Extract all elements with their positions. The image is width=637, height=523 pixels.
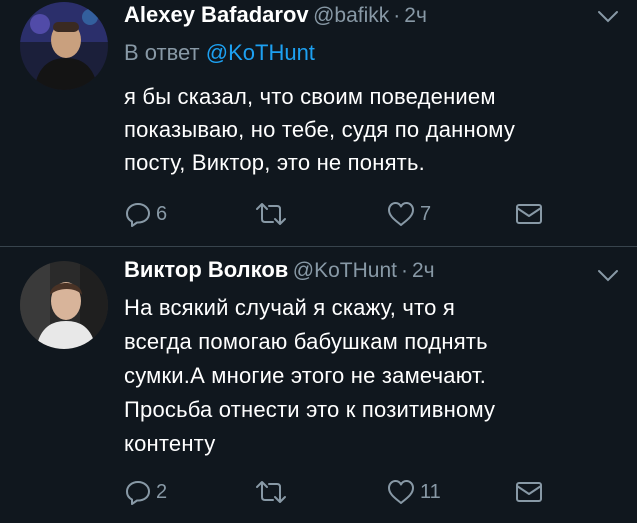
reply-count: 2 bbox=[156, 480, 168, 503]
reply-button[interactable]: 2 bbox=[124, 476, 167, 508]
avatar[interactable] bbox=[20, 2, 108, 90]
reply-count: 6 bbox=[156, 202, 168, 225]
retweet-icon bbox=[256, 481, 286, 503]
like-count: 7 bbox=[420, 202, 432, 225]
tweet-text-line: контенту bbox=[124, 431, 216, 456]
separator-dot: · bbox=[393, 4, 401, 27]
reply-icon bbox=[126, 481, 150, 505]
reply-icon bbox=[126, 203, 150, 227]
tweet-text-line: показываю, но тебе, судя по данному bbox=[124, 117, 516, 142]
tweet-actions: 6 7 bbox=[124, 198, 554, 230]
envelope-icon bbox=[516, 482, 542, 502]
retweet-button[interactable] bbox=[254, 198, 292, 230]
author-name[interactable]: Alexey Bafadarov bbox=[124, 2, 309, 27]
author-name[interactable]: Виктор Волков bbox=[124, 257, 288, 282]
reply-mention-link[interactable]: @KoTHunt bbox=[206, 40, 315, 65]
separator-dot: · bbox=[401, 259, 408, 282]
tweet-text: На всякий случай я скажу, что я всегда п… bbox=[124, 291, 619, 461]
avatar[interactable] bbox=[20, 261, 108, 349]
tweet-text-line: я бы сказал, что своим поведением bbox=[124, 84, 496, 109]
author-handle[interactable]: @KoTHunt bbox=[293, 259, 397, 282]
replying-to: В ответ @KoTHunt bbox=[124, 40, 315, 66]
tweet-time[interactable]: 2ч bbox=[412, 259, 435, 282]
retweet-icon bbox=[256, 203, 286, 225]
like-button[interactable]: 11 bbox=[386, 476, 441, 508]
tweet-text-line: Просьба отнести это к позитивному bbox=[124, 397, 496, 422]
tweet-text: я бы сказал, что своим поведением показы… bbox=[124, 80, 619, 179]
tweet-time[interactable]: 2ч bbox=[404, 4, 427, 27]
envelope-icon bbox=[516, 204, 542, 224]
heart-icon bbox=[388, 202, 414, 226]
reply-prefix: В ответ bbox=[124, 40, 200, 65]
reply-button[interactable]: 6 bbox=[124, 198, 167, 230]
author-handle[interactable]: @bafikk bbox=[313, 4, 389, 27]
tweet[interactable]: Виктор Волков @KoTHunt · 2ч На всякий случ… bbox=[0, 247, 637, 523]
tweet-actions: 2 11 bbox=[124, 476, 554, 508]
tweet-text-line: всегда помогаю бабушкам поднять bbox=[124, 329, 488, 354]
tweet[interactable]: Alexey Bafadarov @bafikk · 2ч В ответ @KoT… bbox=[0, 0, 637, 246]
like-count: 11 bbox=[420, 480, 441, 503]
tweet-text-line: На всякий случай я скажу, что я bbox=[124, 295, 455, 320]
tweet-header: Виктор Волков @KoTHunt · 2ч bbox=[124, 257, 435, 287]
like-button[interactable]: 7 bbox=[386, 198, 431, 230]
tweet-text-line: посту, Виктор, это не понять. bbox=[124, 150, 425, 175]
chevron-down-icon[interactable] bbox=[597, 269, 619, 283]
retweet-button[interactable] bbox=[254, 476, 292, 508]
heart-icon bbox=[388, 480, 414, 504]
chevron-down-icon[interactable] bbox=[597, 10, 619, 24]
tweet-header: Alexey Bafadarov @bafikk · 2ч bbox=[124, 2, 427, 32]
direct-message-button[interactable] bbox=[514, 476, 544, 508]
direct-message-button[interactable] bbox=[514, 198, 544, 230]
tweet-text-line: сумки.А многие этого не замечают. bbox=[124, 363, 487, 388]
